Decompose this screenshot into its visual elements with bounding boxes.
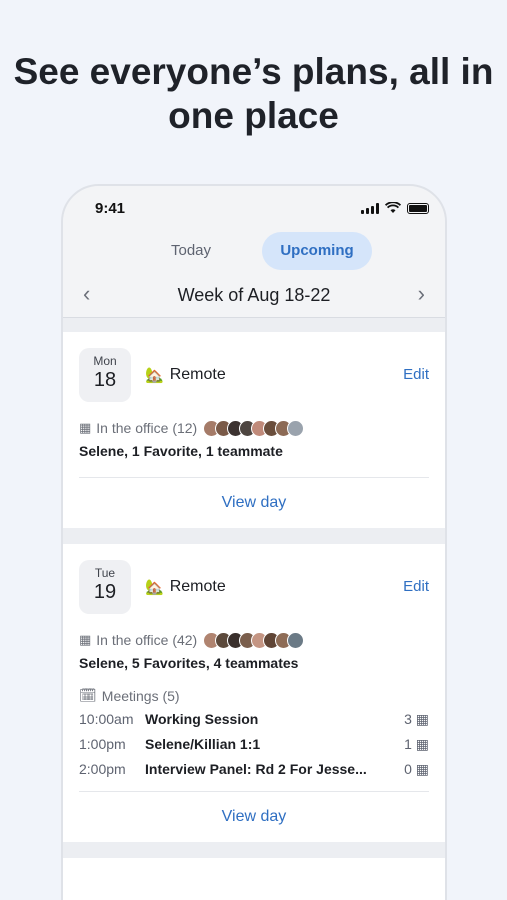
meeting-row[interactable]: 2:00pm Interview Panel: Rd 2 For Jesse..… bbox=[79, 761, 429, 779]
day-header: Mon 18 🏡 Remote Edit bbox=[63, 332, 445, 406]
meeting-title: Working Session bbox=[145, 711, 259, 727]
day-card-tue: Tue 19 🏡 Remote Edit ▦ In the office (42… bbox=[63, 544, 445, 842]
top-bar: Today Upcoming ‹ Week of Aug 18-22 › bbox=[63, 230, 445, 318]
calendar-icon: 🗓 bbox=[79, 687, 97, 703]
avatar bbox=[287, 419, 305, 437]
avatar bbox=[287, 631, 305, 649]
meetings-header: 🗓 Meetings (5) bbox=[79, 687, 445, 704]
work-status: 🏡 Remote bbox=[145, 578, 226, 596]
meeting-title: Selene/Killian 1:1 bbox=[145, 736, 261, 752]
building-icon: ▦ bbox=[415, 711, 429, 727]
office-count-label: In the office (42) bbox=[96, 632, 198, 648]
day-of-week: Tue bbox=[94, 566, 116, 580]
meeting-title: Interview Panel: Rd 2 For Jesse... bbox=[145, 761, 367, 777]
date-badge: Tue 19 bbox=[79, 560, 131, 614]
people-summary: Selene, 1 Favorite, 1 teammate bbox=[79, 443, 283, 459]
week-title: Week of Aug 18-22 bbox=[177, 285, 331, 305]
work-status: 🏡 Remote bbox=[145, 366, 226, 384]
signal-icon bbox=[361, 202, 379, 214]
day-header: Tue 19 🏡 Remote Edit bbox=[63, 544, 445, 618]
status-time: 9:41 bbox=[95, 200, 126, 217]
meeting-office-count: 1 ▦ bbox=[404, 736, 429, 752]
status-bar: 9:41 bbox=[63, 186, 445, 230]
building-icon: ▦ bbox=[415, 761, 429, 777]
day-card-mon: Mon 18 🏡 Remote Edit ▦ In the office (12… bbox=[63, 332, 445, 528]
office-attendance[interactable]: ▦ In the office (12) bbox=[79, 416, 445, 440]
date-badge: Mon 18 bbox=[79, 348, 131, 402]
meeting-time: 2:00pm bbox=[79, 761, 126, 777]
day-of-week: Mon bbox=[93, 354, 117, 368]
tab-today[interactable]: Today bbox=[151, 232, 231, 270]
work-status-label: Remote bbox=[169, 366, 226, 383]
meeting-time: 10:00am bbox=[79, 711, 134, 727]
week-navigator: ‹ Week of Aug 18-22 › bbox=[63, 276, 445, 316]
view-day-button[interactable]: View day bbox=[63, 478, 445, 528]
day-number: 19 bbox=[93, 581, 117, 603]
people-summary: Selene, 5 Favorites, 4 teammates bbox=[79, 655, 299, 671]
tab-upcoming[interactable]: Upcoming bbox=[262, 232, 372, 270]
house-icon: 🏡 bbox=[145, 367, 164, 384]
avatar-stack bbox=[203, 419, 305, 437]
house-icon: 🏡 bbox=[145, 579, 164, 596]
tab-bar: Today Upcoming bbox=[63, 230, 445, 272]
meeting-row[interactable]: 10:00am Working Session 3 ▦ bbox=[79, 711, 429, 729]
status-icons bbox=[361, 202, 429, 214]
meeting-row[interactable]: 1:00pm Selene/Killian 1:1 1 ▦ bbox=[79, 736, 429, 754]
day-card-next bbox=[63, 858, 445, 900]
wifi-icon bbox=[385, 202, 401, 213]
edit-button[interactable]: Edit bbox=[403, 578, 429, 595]
work-status-label: Remote bbox=[169, 578, 226, 595]
avatar-stack bbox=[203, 631, 305, 649]
day-list: Mon 18 🏡 Remote Edit ▦ In the office (12… bbox=[63, 318, 445, 900]
day-number: 18 bbox=[93, 369, 117, 391]
phone-frame: 9:41 Today Upcoming ‹ Week of Aug 18-22 … bbox=[61, 184, 447, 900]
office-count-label: In the office (12) bbox=[96, 420, 198, 436]
meetings-header-label: Meetings (5) bbox=[101, 687, 180, 704]
edit-button[interactable]: Edit bbox=[403, 366, 429, 383]
meeting-time: 1:00pm bbox=[79, 736, 126, 752]
battery-icon bbox=[407, 202, 429, 214]
building-icon: ▦ bbox=[79, 420, 92, 435]
building-icon: ▦ bbox=[79, 632, 92, 647]
office-attendance[interactable]: ▦ In the office (42) bbox=[79, 628, 445, 652]
view-day-button[interactable]: View day bbox=[63, 792, 445, 842]
building-icon: ▦ bbox=[415, 736, 429, 752]
meeting-office-count: 0 ▦ bbox=[404, 761, 429, 777]
chevron-right-icon[interactable]: › bbox=[418, 282, 425, 306]
meeting-office-count: 3 ▦ bbox=[404, 711, 429, 727]
headline: See everyone’s plans, all in one place bbox=[13, 51, 494, 136]
